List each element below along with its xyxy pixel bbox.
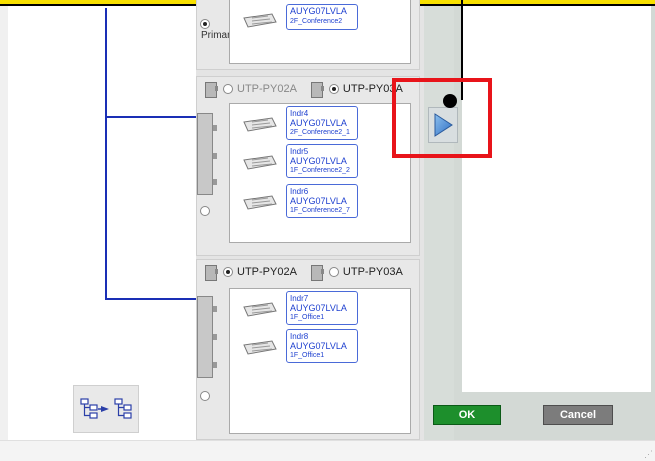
port-b-label: UTP-PY03A bbox=[342, 266, 403, 278]
indoor-unit-tag[interactable]: Indr5 AUYG07LVLA 1F_Conference2_2 bbox=[286, 144, 358, 178]
outdoor-unit-icon bbox=[205, 82, 219, 98]
indoor-unit-room: 1F_Conference2_2 bbox=[290, 167, 350, 174]
indoor-unit-model: AUYG07LVLA bbox=[290, 302, 347, 313]
indoor-unit-model: AUYG07LVLA bbox=[290, 117, 347, 128]
indoor-unit-item[interactable]: Indr4 AUYG07LVLA 2F_Conference2_1 bbox=[242, 106, 402, 140]
unit-select-radio[interactable] bbox=[200, 388, 210, 406]
indoor-unit-room: 1F_Conference2_7 bbox=[290, 207, 350, 214]
indoor-unit-tag[interactable]: Indr8 AUYG07LVLA 1F_Office1 bbox=[286, 329, 358, 363]
indoor-unit-room: 2F_Conference2 bbox=[290, 17, 343, 25]
tree-connector-branch-1 bbox=[105, 116, 196, 118]
cancel-button[interactable]: Cancel bbox=[543, 405, 613, 425]
tree-connector-branch-2 bbox=[105, 298, 196, 300]
outdoor-unit-icon bbox=[310, 265, 325, 281]
indoor-unit-room: 2F_Conference2_1 bbox=[290, 129, 350, 136]
unit-group-1: UTP-PY02A UTP-PY03A Indr4 AUYG07LVLA 2F_… bbox=[196, 76, 420, 256]
port-option-a[interactable]: UTP-PY02A bbox=[205, 82, 297, 98]
unit-group-2: UTP-PY02A UTP-PY03A Indr7 AUYG07LVLA 1F_… bbox=[196, 259, 420, 440]
indoor-unit-tag[interactable]: Indr6 AUYG07LVLA 1F_Conference2_7 bbox=[286, 184, 358, 218]
port-a-label: UTP-PY02A bbox=[237, 266, 297, 278]
indoor-unit-item[interactable]: Indr5 AUYG07LVLA 1F_Conference2_2 bbox=[242, 144, 402, 178]
transfer-column bbox=[424, 0, 454, 440]
system-tree-pane bbox=[8, 0, 196, 440]
port-a-radio[interactable] bbox=[223, 267, 233, 277]
indoor-unit-model: AUYG07LVLA bbox=[290, 155, 347, 166]
port-option-a[interactable]: UTP-PY02A bbox=[205, 265, 297, 281]
port-option-b[interactable]: UTP-PY03A bbox=[310, 265, 403, 281]
indoor-unit-room: 1F_Office1 bbox=[290, 352, 325, 359]
swap-tree-icon bbox=[80, 398, 132, 419]
tree-connector-vertical bbox=[105, 8, 107, 299]
indoor-unit-list[interactable]: Indr7 AUYG07LVLA 1F_Office1 Indr8 AUYG07… bbox=[229, 288, 411, 434]
indoor-unit-item[interactable]: AUYG07LVLA 2F_Conference2 bbox=[242, 2, 402, 36]
cassette-ac-icon bbox=[243, 195, 277, 210]
cassette-ac-icon bbox=[243, 302, 277, 317]
port-a-label: UTP-PY02A bbox=[237, 83, 297, 95]
outdoor-unit-icon bbox=[205, 265, 219, 281]
indoor-unit-room: 1F_Office1 bbox=[290, 314, 325, 321]
cassette-ac-icon bbox=[243, 13, 277, 28]
indoor-unit-item[interactable]: Indr8 AUYG07LVLA 1F_Office1 bbox=[242, 329, 402, 363]
ok-button[interactable]: OK bbox=[433, 405, 501, 425]
outdoor-unit-icon bbox=[197, 296, 213, 378]
annotation-pointer-dot bbox=[443, 94, 457, 108]
indoor-unit-model: AUYG07LVLA bbox=[290, 195, 347, 206]
port-b-radio[interactable] bbox=[328, 84, 339, 94]
destination-list-pane[interactable] bbox=[462, 0, 651, 392]
outdoor-unit-icon bbox=[310, 82, 325, 98]
port-selector-1: UTP-PY02A UTP-PY03A bbox=[197, 77, 419, 101]
port-option-b[interactable]: UTP-PY03A bbox=[310, 82, 403, 98]
indoor-unit-tag[interactable]: Indr4 AUYG07LVLA 2F_Conference2_1 bbox=[286, 106, 358, 140]
indoor-unit-tag[interactable]: Indr7 AUYG07LVLA 1F_Office1 bbox=[286, 291, 358, 325]
indoor-unit-list[interactable]: AUYG07LVLA 2F_Conference2 bbox=[229, 0, 411, 64]
port-b-radio[interactable] bbox=[328, 267, 339, 277]
indoor-unit-item[interactable]: Indr6 AUYG07LVLA 1F_Conference2_7 bbox=[242, 184, 402, 218]
indoor-unit-tag[interactable]: AUYG07LVLA 2F_Conference2 bbox=[286, 4, 358, 30]
port-a-radio[interactable] bbox=[223, 84, 233, 94]
cassette-ac-icon bbox=[243, 155, 277, 170]
indoor-unit-list[interactable]: Indr4 AUYG07LVLA 2F_Conference2_1 Indr5 … bbox=[229, 103, 411, 243]
unit-select-radio[interactable] bbox=[200, 203, 210, 221]
indoor-unit-model: AUYG07LVLA bbox=[290, 6, 347, 16]
port-selector-2: UTP-PY02A UTP-PY03A bbox=[197, 260, 419, 284]
cassette-ac-icon bbox=[243, 340, 277, 355]
resize-grip-icon[interactable]: ⋰ bbox=[644, 450, 653, 459]
indoor-unit-model: AUYG07LVLA bbox=[290, 340, 347, 351]
outdoor-unit-icon bbox=[197, 113, 213, 195]
status-bar: ⋰ bbox=[0, 440, 655, 461]
annotation-highlight-box bbox=[392, 78, 492, 158]
swap-tree-button[interactable] bbox=[73, 385, 139, 433]
indoor-unit-item[interactable]: Indr7 AUYG07LVLA 1F_Office1 bbox=[242, 291, 402, 325]
unit-group-primary: Primary AUYG07LVLA 2F_Conference2 bbox=[196, 0, 420, 70]
cassette-ac-icon bbox=[243, 117, 277, 132]
